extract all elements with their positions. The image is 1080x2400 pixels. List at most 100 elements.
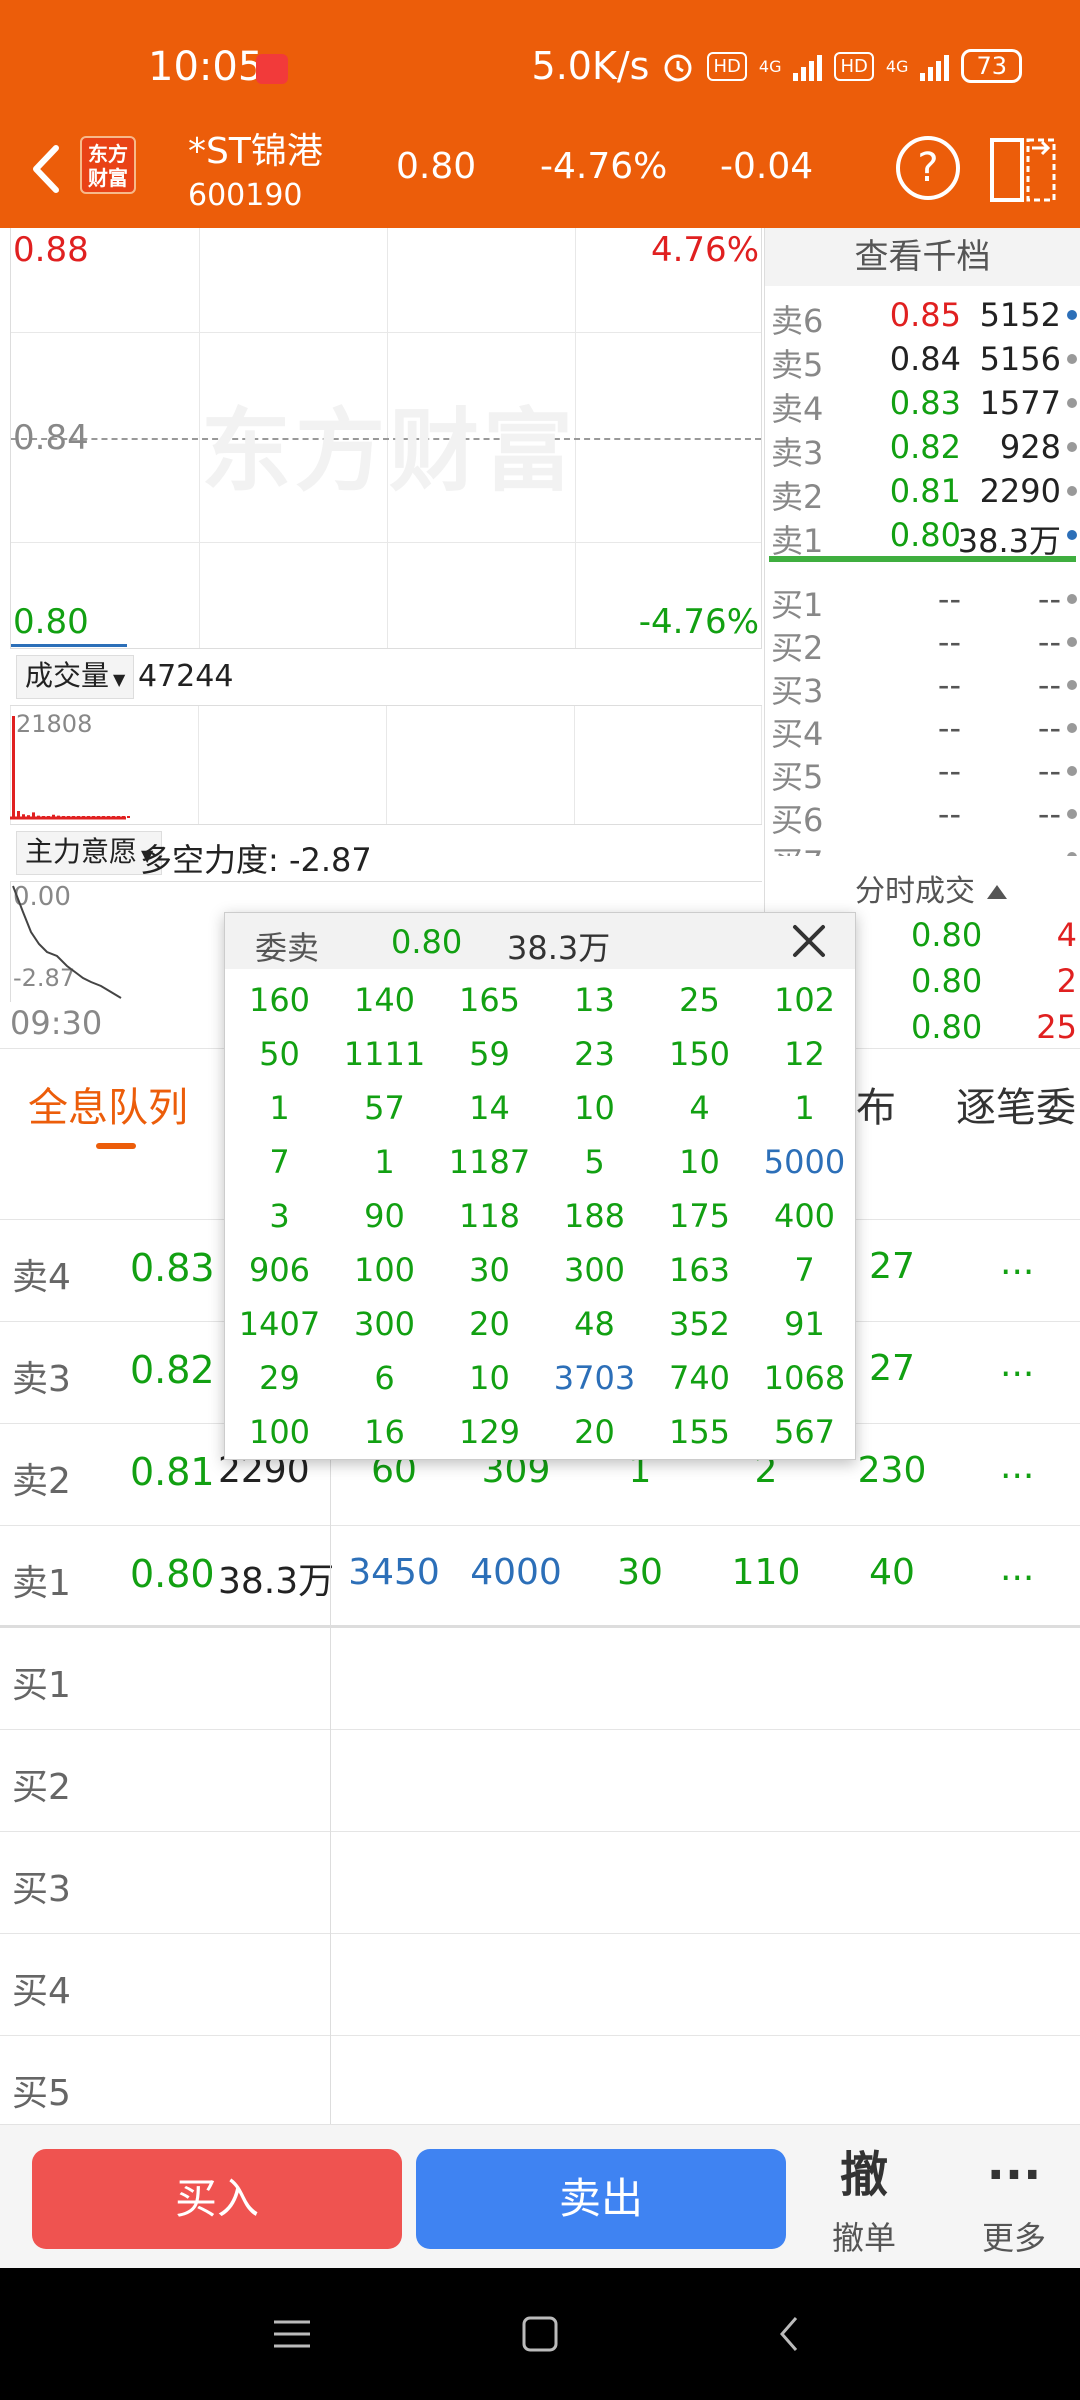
cancel-order-button[interactable]: 撤 撤单 — [804, 2145, 924, 2259]
tab-distribution[interactable]: 布 — [856, 1075, 896, 1133]
ask-row[interactable]: 卖2 0.81 2290 — [765, 468, 1080, 516]
tab-full-queue[interactable]: 全息队列 — [28, 1075, 188, 1133]
indicator-value: 多空力度: -2.87 — [140, 841, 372, 879]
watermark: 东方财富 — [201, 399, 577, 504]
volume-chart[interactable]: 21808 — [10, 706, 762, 824]
trades-title[interactable]: 分时成交 — [855, 866, 1009, 910]
ask-row[interactable]: 卖4 0.83 1577 — [765, 380, 1080, 428]
queue-price: 0.83 — [130, 1246, 215, 1290]
status-bar: 10:05 5.0K/s HD 4G HD 4G 73 — [0, 0, 1080, 116]
popup-title: 委卖 — [255, 929, 320, 967]
popup-order-cell: 20 — [574, 1413, 615, 1451]
popup-order-cell: 91 — [784, 1305, 825, 1343]
bid-price: -- — [937, 623, 961, 661]
queue-row[interactable]: 买3 — [0, 1832, 1080, 1934]
more-button[interactable]: ··· 更多 — [954, 2145, 1074, 2259]
bid-price: -- — [937, 709, 961, 747]
popup-order-cell: 740 — [668, 1359, 731, 1397]
popup-order-cell: 129 — [458, 1413, 521, 1451]
bid-price: -- — [937, 795, 961, 833]
bid-volume: -- — [1037, 752, 1061, 790]
ask-row[interactable]: 卖3 0.82 928 — [765, 424, 1080, 472]
collapse-up-icon — [986, 885, 1007, 899]
popup-header: 委卖 0.80 38.3万 — [225, 913, 855, 969]
ask-volume: 1577 — [979, 384, 1061, 422]
tab-order-by-order[interactable]: 逐笔委 — [956, 1075, 1076, 1133]
queue-row[interactable]: 买1 — [0, 1628, 1080, 1730]
close-icon[interactable] — [785, 917, 833, 965]
queue-row[interactable]: 卖1 0.80 38.3万 3450 4000 30 110 40... — [0, 1526, 1080, 1628]
more-orders-icon[interactable]: ... — [1000, 1242, 1034, 1283]
queue-order-cell: 110 — [731, 1552, 801, 1593]
trade-price: 0.80 — [911, 1008, 983, 1046]
volume-bars — [10, 716, 130, 820]
dropdown-icon: ▼ — [113, 670, 126, 689]
battery-icon: 73 — [961, 49, 1022, 83]
popup-order-cell: 29 — [259, 1359, 300, 1397]
trade-volume: 2 — [1056, 962, 1077, 1000]
popup-order-cell: 567 — [773, 1413, 836, 1451]
indicator-line — [12, 885, 122, 999]
queue-level-label: 卖2 — [12, 1461, 71, 1502]
queue-level-label: 买4 — [12, 1971, 71, 2012]
back-icon[interactable] — [770, 2314, 810, 2354]
popup-order-cell: 1 — [269, 1089, 290, 1127]
queue-row[interactable]: 买5 — [0, 2036, 1080, 2138]
bid-price: -- — [937, 752, 961, 790]
bid-price: -- — [861, 838, 961, 856]
layout-switch-icon[interactable] — [988, 132, 1058, 208]
menu-icon[interactable] — [272, 2314, 312, 2354]
ask-row[interactable]: 卖1 0.80 38.3万 — [765, 512, 1080, 560]
status-dot-icon — [1067, 637, 1077, 647]
status-dot-icon — [1067, 486, 1077, 496]
ask-row[interactable]: 卖5 0.84 5156 — [765, 336, 1080, 384]
view-depth-button[interactable]: 查看千档 — [765, 228, 1080, 286]
book-divider — [769, 556, 1076, 562]
bid-row[interactable]: 买1 -- -- — [765, 576, 1080, 624]
popup-order-cell: 14 — [469, 1089, 510, 1127]
more-orders-icon[interactable]: ... — [1000, 1344, 1034, 1385]
bid-row[interactable]: 买6 -- -- — [765, 791, 1080, 839]
bid-row[interactable]: 买5 -- -- — [765, 748, 1080, 796]
hd-badge-2: HD — [834, 51, 874, 81]
status-dot-icon — [1067, 680, 1077, 690]
bid-row[interactable]: 买3 -- -- — [765, 662, 1080, 710]
sell-button[interactable]: 卖出 — [416, 2149, 786, 2249]
bid-row[interactable]: 买2 -- -- — [765, 619, 1080, 667]
ask-row[interactable]: 卖6 0.85 5152 — [765, 292, 1080, 340]
ask-volume: 928 — [999, 428, 1061, 466]
popup-order-cell: 906 — [248, 1251, 311, 1289]
popup-order-cell: 7 — [269, 1143, 290, 1181]
popup-order-cell: 57 — [364, 1089, 405, 1127]
status-dot-icon — [1067, 310, 1077, 320]
popup-order-cell: 118 — [458, 1197, 521, 1235]
back-arrow-icon[interactable] — [18, 134, 78, 204]
help-icon[interactable]: ? — [896, 136, 960, 200]
bid-row[interactable]: 买4 -- -- — [765, 705, 1080, 753]
popup-order-cell: 4 — [689, 1089, 710, 1127]
signal-icon-2 — [920, 51, 950, 81]
queue-row[interactable]: 买2 — [0, 1730, 1080, 1832]
stock-header: 东方 财富 *ST锦港 600190 0.80 -4.76% -0.04 ? — [0, 116, 1080, 228]
bid-row[interactable]: 买7 -- -- — [765, 834, 1080, 856]
ask-volume: 5156 — [979, 340, 1061, 378]
bid-volume: -- — [1037, 623, 1061, 661]
bid-volume: -- — [1037, 580, 1061, 618]
status-dot-icon — [1067, 354, 1077, 364]
popup-order-cell: 7 — [794, 1251, 815, 1289]
popup-order-cell: 163 — [668, 1251, 731, 1289]
status-dot-icon — [1067, 809, 1077, 819]
buy-button[interactable]: 买入 — [32, 2149, 402, 2249]
more-orders-icon[interactable]: ... — [1000, 1446, 1034, 1487]
intraday-price-chart[interactable]: 东方财富 0.88 4.76% 0.84 0.80 -4.76% — [10, 228, 762, 648]
volume-indicator-select[interactable]: 成交量 ▼ — [16, 655, 135, 699]
ask-price: 0.82 — [889, 428, 961, 466]
popup-order-cell: 300 — [563, 1251, 626, 1289]
alarm-icon — [664, 54, 692, 82]
high-pct-label: 4.76% — [650, 230, 759, 270]
queue-row[interactable]: 买4 — [0, 1934, 1080, 2036]
home-icon[interactable] — [520, 2314, 560, 2354]
more-orders-icon[interactable]: ... — [1000, 1548, 1034, 1589]
popup-order-cell: 1 — [374, 1143, 395, 1181]
volume-peak-label: 21808 — [16, 710, 93, 738]
